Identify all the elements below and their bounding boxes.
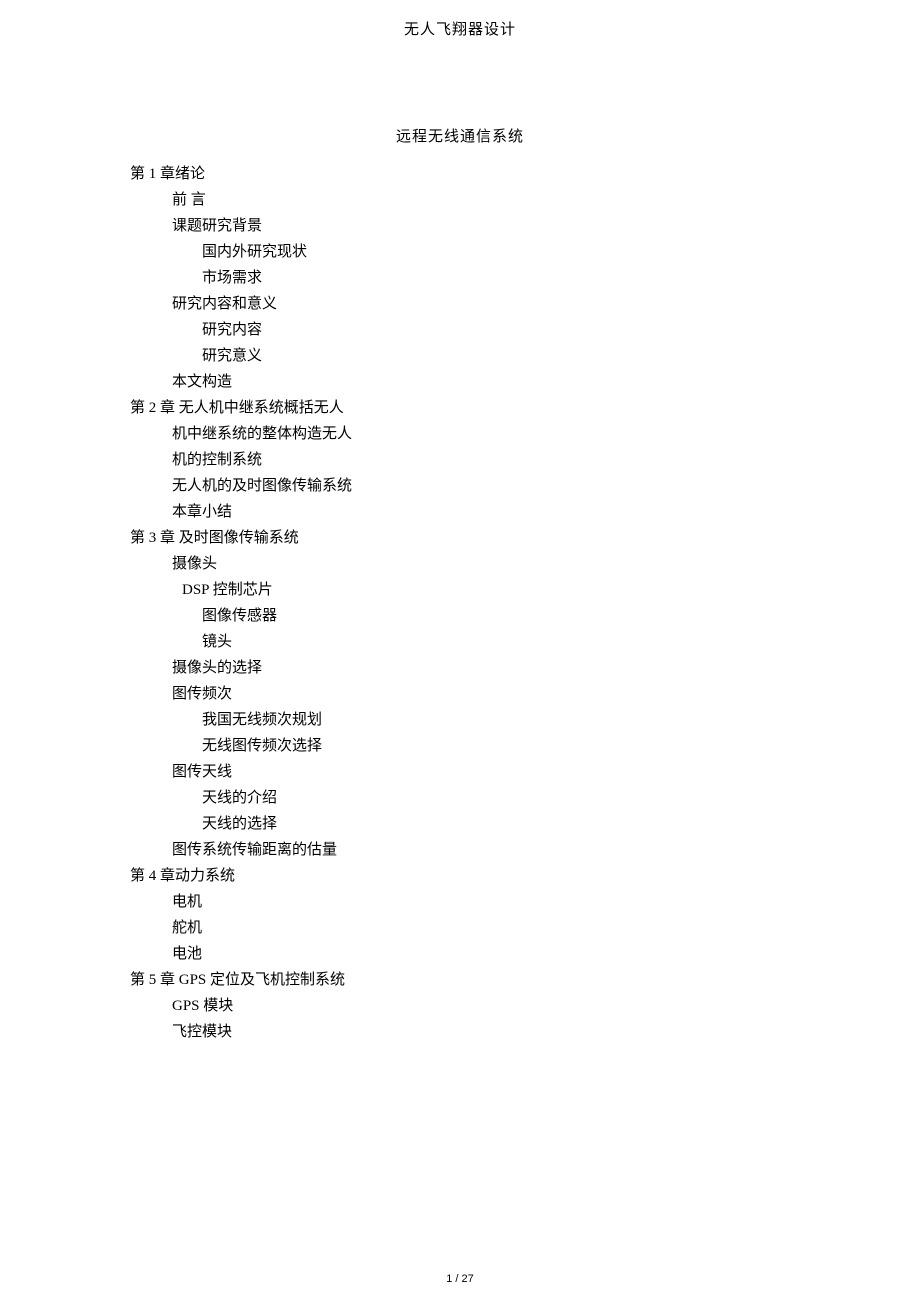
toc-entry: 摄像头 — [130, 552, 920, 576]
toc-entry: 图传天线 — [130, 760, 920, 784]
toc-entry: 第 1 章绪论 — [130, 162, 920, 186]
toc-entry: 天线的选择 — [130, 812, 920, 836]
toc-entry: 第 5 章 GPS 定位及飞机控制系统 — [130, 968, 920, 992]
toc-entry: 本章小结 — [130, 500, 920, 524]
toc-entry: 图传频次 — [130, 682, 920, 706]
toc-entry: 图像传感器 — [130, 604, 920, 628]
toc-entry: 飞控模块 — [130, 1020, 920, 1044]
toc-entry: 电机 — [130, 890, 920, 914]
toc-entry: 第 3 章 及时图像传输系统 — [130, 526, 920, 550]
toc-entry: 前 言 — [130, 188, 920, 212]
toc-entry: 市场需求 — [130, 266, 920, 290]
toc-entry: GPS 模块 — [130, 994, 920, 1018]
toc-entry: 第 4 章动力系统 — [130, 864, 920, 888]
toc-entry: 国内外研究现状 — [130, 240, 920, 264]
toc-entry: 天线的介绍 — [130, 786, 920, 810]
table-of-contents: 第 1 章绪论 前 言 课题研究背景 国内外研究现状 市场需求 研究内容和意义 … — [0, 162, 920, 1044]
toc-entry: 研究内容和意义 — [130, 292, 920, 316]
toc-entry: 摄像头的选择 — [130, 656, 920, 680]
toc-entry: 电池 — [130, 942, 920, 966]
toc-entry: 研究意义 — [130, 344, 920, 368]
toc-entry: 舵机 — [130, 916, 920, 940]
toc-entry: DSP 控制芯片 — [130, 578, 920, 602]
document-subtitle: 远程无线通信系统 — [0, 125, 920, 146]
toc-entry: 机的控制系统 — [130, 448, 920, 472]
toc-entry: 无人机的及时图像传输系统 — [130, 474, 920, 498]
toc-entry: 镜头 — [130, 630, 920, 654]
document-header-title: 无人飞翔器设计 — [0, 0, 920, 39]
toc-entry: 我国无线频次规划 — [130, 708, 920, 732]
toc-entry: 无线图传频次选择 — [130, 734, 920, 758]
toc-entry: 图传系统传输距离的估量 — [130, 838, 920, 862]
page-number: 1 / 27 — [0, 1273, 920, 1285]
toc-entry: 第 2 章 无人机中继系统概括无人 — [130, 396, 920, 420]
toc-entry: 机中继系统的整体构造无人 — [130, 422, 920, 446]
toc-entry: 课题研究背景 — [130, 214, 920, 238]
toc-entry: 本文构造 — [130, 370, 920, 394]
toc-entry: 研究内容 — [130, 318, 920, 342]
